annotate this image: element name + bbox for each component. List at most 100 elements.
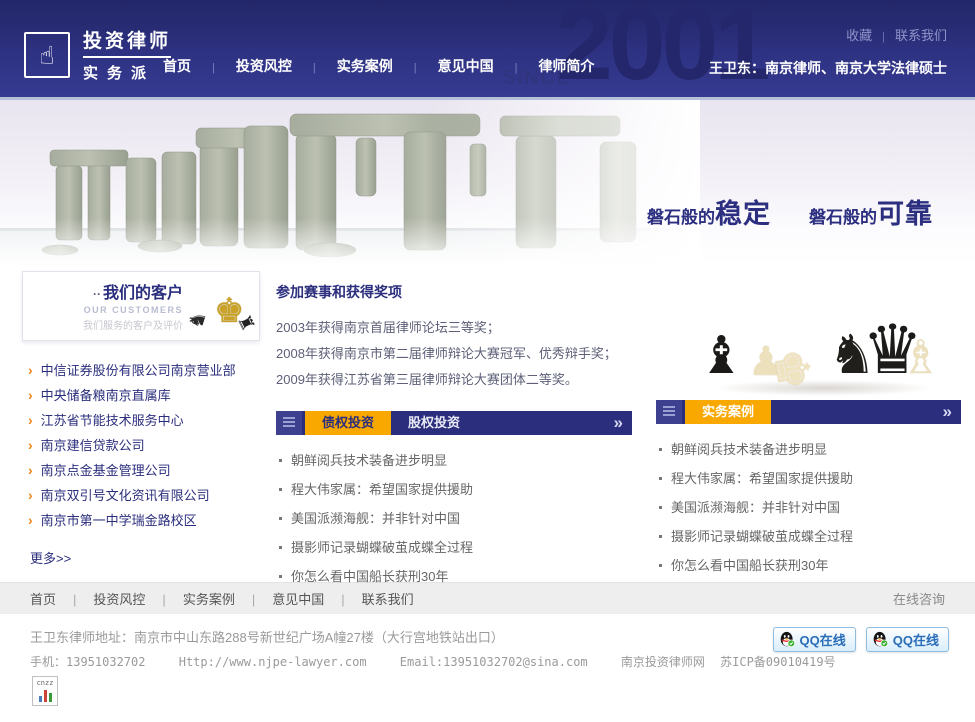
qq-online-button[interactable]: QQ在线	[866, 627, 949, 652]
slogan1-prefix: 磐石般的	[647, 208, 715, 227]
footer-nav-item[interactable]: 投资风控	[56, 589, 145, 608]
bar-chart-icon	[33, 689, 57, 702]
investment-tabbar: 债权投资 股权投资 »	[276, 411, 632, 435]
cnzz-label: cnzz	[33, 679, 57, 688]
cases-column: ♝♟♚♞♗♛ 实务案例 » 朝鲜阅兵技术装备进步明显程大伟家属：希望国家提供援助…	[656, 271, 961, 580]
client-list-item[interactable]: › 中信证券股份有限公司南京营业部	[28, 358, 260, 383]
awards-line: 2003年获得南京首届律师论坛三等奖；	[276, 315, 632, 341]
main-content: 我们的客户 OUR CUSTOMERS 我们服务的客户及评价 ♞♚♜ › 中信证券…	[0, 265, 975, 582]
chess-piece-icon: ♞	[186, 308, 211, 331]
stonehenge-image	[0, 100, 700, 265]
arrow-bullet-icon: ›	[28, 387, 33, 403]
client-list-item[interactable]: › 南京双引号文化资讯有限公司	[28, 483, 260, 508]
awards-lines: 2003年获得南京首届律师论坛三等奖；2008年获得南京市第二届律师辩论大赛冠军…	[276, 315, 632, 393]
chess-piece-icon: ♚	[766, 345, 818, 394]
footer-nav-item[interactable]: 联系我们	[324, 589, 413, 608]
qq-online-label: QQ在线	[893, 630, 939, 649]
client-name: 南京建信贷款公司	[41, 438, 145, 453]
news-item[interactable]: 你怎么看中国船长获刑30年	[276, 562, 632, 591]
tab-practice-cases[interactable]: 实务案例	[685, 400, 771, 424]
chess-piece-icon: ♛	[862, 316, 923, 384]
logo-line2: 实务派	[83, 62, 171, 83]
customers-subtitle-en: OUR CUSTOMERS	[27, 305, 183, 315]
more-clients-link[interactable]: 更多>>	[30, 548, 71, 567]
office-address: 王卫东律师地址：南京市中山东路288号新世纪广场A幢27楼（大行宫地铁站出口）	[30, 627, 504, 646]
arrow-bullet-icon: ›	[28, 437, 33, 453]
footer-nav-item[interactable]: 首页	[30, 589, 56, 608]
customers-subtitle-cn: 我们服务的客户及评价	[27, 317, 183, 332]
online-consult-link[interactable]: 在线咨询	[893, 589, 945, 608]
news-item[interactable]: 美国派濒海舰：并非针对中国	[276, 504, 632, 533]
arrow-bullet-icon: ›	[28, 362, 33, 378]
news-item[interactable]: 摄影师记录蝴蝶破茧成蝶全过程	[656, 522, 961, 551]
contact-us-link[interactable]: 联系我们	[872, 25, 947, 44]
main-nav-item[interactable]: 首页	[163, 56, 191, 76]
more-arrow-icon[interactable]: »	[614, 411, 623, 434]
client-list-item[interactable]: › 南京点金基金管理公司	[28, 458, 260, 483]
hand-click-icon: ☝	[24, 32, 70, 78]
client-name: 南京市第一中学瑞金路校区	[41, 513, 197, 528]
cases-news-list: 朝鲜阅兵技术装备进步明显程大伟家属：希望国家提供援助美国派濒海舰：并非针对中国摄…	[656, 435, 961, 580]
client-name: 南京双引号文化资讯有限公司	[41, 488, 210, 503]
client-list-item[interactable]: › 南京建信贷款公司	[28, 433, 260, 458]
cases-tabbar: 实务案例 »	[656, 400, 961, 424]
arrow-bullet-icon: ›	[28, 412, 33, 428]
arrow-bullet-icon: ›	[28, 512, 33, 528]
awards-title: 参加赛事和获得奖项	[276, 282, 632, 302]
news-item[interactable]: 程大伟家属：希望国家提供援助	[276, 475, 632, 504]
chess-pieces-image: ♝♟♚♞♗♛	[656, 271, 961, 400]
client-name: 中信证券股份有限公司南京营业部	[41, 363, 236, 378]
footer-nav-item[interactable]: 意见中国	[235, 589, 324, 608]
logo-line1: 投资律师	[83, 26, 171, 58]
client-list: ›中信证券股份有限公司南京营业部›中央储备粮南京直属库›江苏省节能技术服务中心›…	[22, 358, 260, 533]
main-nav: 首页投资风控实务案例意见中国律师简介	[163, 56, 594, 76]
client-name: 中央储备粮南京直属库	[41, 388, 171, 403]
footer-nav: 首页投资风控实务案例意见中国联系我们	[30, 589, 414, 608]
main-nav-item[interactable]: 投资风控	[191, 56, 292, 76]
favorite-link[interactable]: 收藏	[846, 25, 872, 44]
more-arrow-icon[interactable]: »	[943, 400, 952, 423]
contact-line: 手机：13951032702 Http://www.njpe-lawyer.co…	[30, 653, 862, 670]
awards-line: 2008年获得南京市第二届律师辩论大赛冠军、优秀辩手奖；	[276, 341, 632, 367]
main-nav-item[interactable]: 律师简介	[494, 56, 595, 76]
client-name: 江苏省节能技术服务中心	[41, 413, 184, 428]
slogan1-strong: 稳定	[715, 199, 771, 229]
hero-banner: 磐石般的稳定磐石般的可靠	[0, 100, 975, 265]
main-nav-item[interactable]: 实务案例	[292, 56, 393, 76]
site-logo[interactable]: ☝ 投资律师 实务派	[24, 26, 171, 83]
client-list-item[interactable]: › 南京市第一中学瑞金路校区	[28, 508, 260, 533]
slogan2-strong: 可靠	[877, 199, 933, 229]
arrow-bullet-icon: ›	[28, 462, 33, 478]
awards-block: 参加赛事和获得奖项 2003年获得南京首届律师论坛三等奖；2008年获得南京市第…	[276, 282, 632, 411]
chess-king-image: ♞♚♜	[189, 279, 255, 335]
news-item[interactable]: 程大伟家属：希望国家提供援助	[656, 464, 961, 493]
arrow-bullet-icon: ›	[28, 487, 33, 503]
page: SINCE 2001 ☝ 投资律师 实务派 首页投资风控实务案例意见中国律师简介…	[0, 0, 975, 722]
news-item[interactable]: 朝鲜阅兵技术装备进步明显	[656, 435, 961, 464]
site-name: 南京投资律师网	[621, 655, 705, 669]
cnzz-counter-badge[interactable]: cnzz	[32, 676, 58, 706]
qq-buttons: QQ在线 QQ在线	[773, 627, 949, 652]
customers-panel[interactable]: 我们的客户 OUR CUSTOMERS 我们服务的客户及评价 ♞♚♜	[22, 271, 260, 341]
slogan2-prefix: 磐石般的	[809, 208, 877, 227]
qq-online-button[interactable]: QQ在线	[773, 627, 856, 652]
hero-slogan: 磐石般的稳定磐石般的可靠	[647, 192, 933, 231]
footer-nav-item[interactable]: 实务案例	[145, 589, 234, 608]
client-name: 南京点金基金管理公司	[41, 463, 171, 478]
main-nav-item[interactable]: 意见中国	[393, 56, 494, 76]
client-list-item[interactable]: › 中央储备粮南京直属库	[28, 383, 260, 408]
tab-equity-investment[interactable]: 股权投资	[391, 411, 477, 435]
news-item[interactable]: 朝鲜阅兵技术装备进步明显	[276, 446, 632, 475]
header-top-links: 收藏 联系我们	[846, 25, 947, 44]
client-list-item[interactable]: › 江苏省节能技术服务中心	[28, 408, 260, 433]
website-url[interactable]: Http://www.njpe-lawyer.com	[179, 655, 367, 669]
email-address: Email:13951032702@sina.com	[400, 655, 588, 669]
tab-debt-investment[interactable]: 债权投资	[305, 411, 391, 435]
news-item[interactable]: 美国派濒海舰：并非针对中国	[656, 493, 961, 522]
news-item[interactable]: 你怎么看中国船长获刑30年	[656, 551, 961, 580]
menu-icon	[656, 400, 682, 424]
investment-column: 参加赛事和获得奖项 2003年获得南京首届律师论坛三等奖；2008年获得南京市第…	[276, 271, 632, 591]
since-watermark-year: 2001	[556, 0, 767, 100]
news-item[interactable]: 摄影师记录蝴蝶破茧成蝶全过程	[276, 533, 632, 562]
phone-number: 手机：13951032702	[30, 655, 145, 669]
